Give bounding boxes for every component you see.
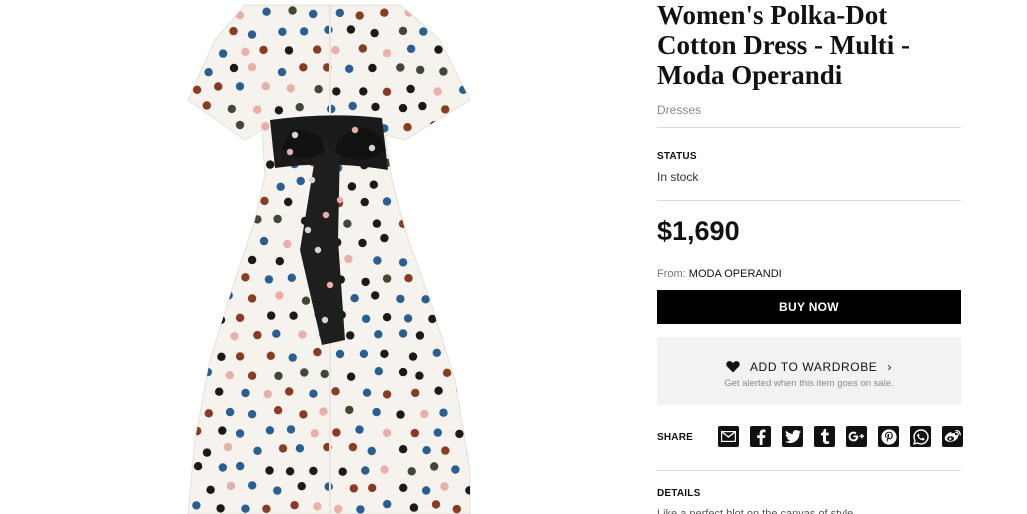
product-price: $1,690	[657, 216, 740, 246]
facebook-icon[interactable]	[750, 426, 771, 447]
divider	[657, 127, 961, 128]
heart-icon	[726, 361, 740, 373]
product-image	[0, 0, 640, 514]
chevron-right-icon: ›	[887, 359, 892, 374]
retailer-prefix: From:	[657, 268, 686, 280]
tumblr-icon[interactable]	[814, 426, 835, 447]
product-category[interactable]: Dresses	[657, 103, 701, 117]
google-plus-icon[interactable]	[846, 426, 867, 447]
whatsapp-icon[interactable]	[910, 426, 931, 447]
status-label: STATUS	[657, 151, 697, 162]
email-icon[interactable]	[718, 426, 739, 447]
share-icons	[718, 426, 963, 447]
dress-illustration	[187, 4, 471, 514]
wardrobe-subtext: Get alerted when this item goes on sale.	[724, 378, 894, 389]
retailer-line: From: MODA OPERANDI	[657, 268, 782, 280]
weibo-icon[interactable]	[942, 426, 963, 447]
wardrobe-label-row: ADD TO WARDROBE ›	[657, 359, 961, 374]
share-label: SHARE	[657, 432, 694, 443]
details-text: Like a perfect blot on the canvas of sty…	[657, 508, 863, 514]
retailer-name[interactable]: MODA OPERANDI	[689, 268, 782, 280]
pinterest-icon[interactable]	[878, 426, 899, 447]
details-label: DETAILS	[657, 488, 701, 499]
wardrobe-label: ADD TO WARDROBE	[749, 359, 878, 374]
buy-now-button[interactable]: BUY NOW	[657, 290, 961, 324]
product-title: Women's Polka-Dot Cotton Dress - Multi -…	[657, 0, 910, 90]
status-value: In stock	[657, 170, 699, 184]
twitter-icon[interactable]	[782, 426, 803, 447]
add-to-wardrobe-button[interactable]: ADD TO WARDROBE › Get alerted when this …	[657, 337, 961, 405]
divider	[657, 200, 961, 201]
divider	[657, 470, 961, 471]
